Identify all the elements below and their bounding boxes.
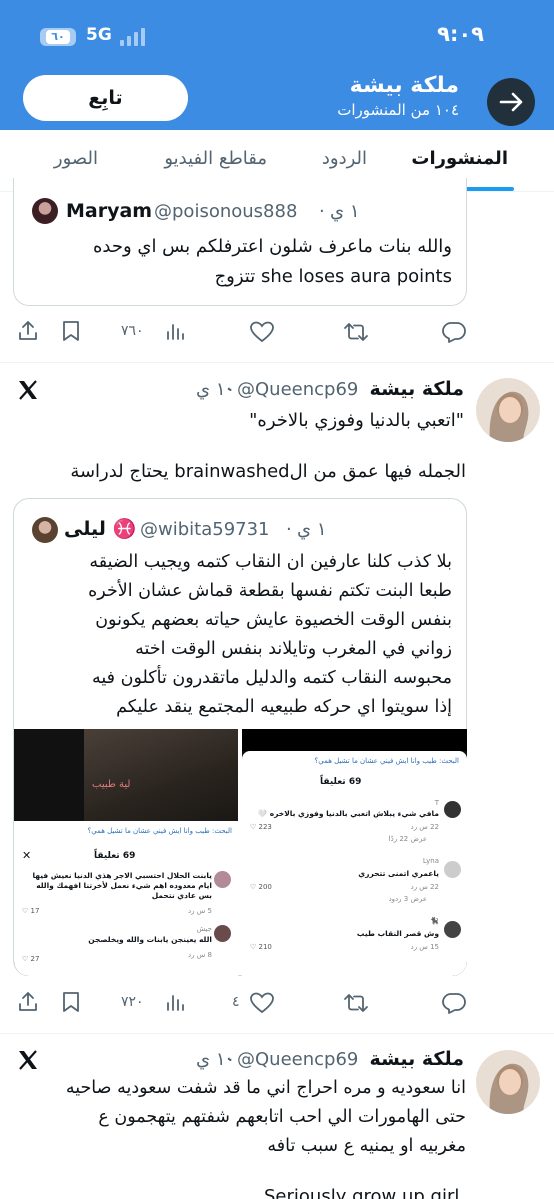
- post-time: ١٠ ي: [196, 1049, 236, 1070]
- post-divider: [0, 362, 554, 363]
- retweet-icon[interactable]: [343, 991, 369, 1015]
- quoted-post-text-line: she loses aura points تتزوج: [214, 266, 452, 287]
- x-logo-icon: [19, 380, 37, 400]
- network-label: 5G: [86, 25, 112, 45]
- post-divider: [0, 1033, 554, 1034]
- bookmark-icon[interactable]: [60, 319, 82, 343]
- quoted-post-text-line: زواني في المغرب وتايلاند بنفس الوقت اخته: [135, 639, 452, 659]
- views-icon[interactable]: [165, 321, 185, 341]
- quoted-post-text-line: والله بنات ماعرف شلون اعترفلكم بس اي وحد…: [92, 236, 452, 257]
- post-text: "اتعبي بالدنيا وفوزي بالاخره": [249, 410, 464, 431]
- battery-icon: ٦٠: [40, 28, 76, 46]
- bookmark-icon[interactable]: [60, 990, 82, 1014]
- image-comment-meta: 22 س رد: [410, 823, 439, 831]
- image-comment: الله يعينجن يابنات والله ويخلصجن: [88, 935, 212, 944]
- quoted-post[interactable]: Maryam @poisonous888 · ١ ي والله بنات ما…: [13, 178, 467, 306]
- quoted-post-text-line: إذا سويتوا اي حركه طبيعيه المجتمع ينقد ع…: [116, 697, 452, 717]
- image-comment-meta: 5 س رد: [188, 907, 212, 915]
- image-comment-meta: 22 س رد: [410, 883, 439, 891]
- post-text: حتى الهامورات الي احب اتابعهم شفتهم يتهج…: [98, 1107, 466, 1127]
- post-text: Seriously grow up girl: [264, 1186, 460, 1199]
- reply-icon[interactable]: [441, 320, 467, 344]
- image-comment: ياعمري اتمنى تتحرري: [358, 869, 439, 878]
- views-icon[interactable]: [165, 992, 185, 1012]
- views-count: ٧٦٠: [121, 323, 144, 339]
- image-comment: يابنت الحلال احتسبي الاجر هذي الدنيا نعي…: [32, 871, 212, 900]
- quoted-post-text-line: محبوسه النقاب كتمه والدليل ماتقدرون تأكل…: [92, 668, 452, 688]
- avatar[interactable]: [32, 517, 58, 543]
- tab-videos[interactable]: مقاطع الفيديو: [164, 148, 267, 169]
- likes-count: ٤: [232, 994, 240, 1010]
- quoted-post-text-line: بنفس الوقت الخصيوة عايش حياته بعضهم يكون…: [95, 610, 452, 630]
- header-profile-name: ملكة بيشة: [349, 73, 459, 98]
- post-text: انا سعوديه و مره احراج اني ما قد شفت سعو…: [65, 1078, 466, 1098]
- image-comment: مافي شيء يبلاش اتعبي بالدنيا وفوزي بالاخ…: [257, 809, 439, 818]
- quoted-post-time: ١ ي: [330, 201, 360, 222]
- post-text: الجمله فيها عمق من الbrainwashed يحتاج ل…: [70, 461, 466, 482]
- post-author-name[interactable]: ملكة بيشة: [370, 1048, 464, 1070]
- image-comment-author: جيش: [196, 925, 212, 933]
- post-time: ١٠ ي: [196, 379, 236, 400]
- attached-image-right[interactable]: البحث: طيب وانا ايش فيني عشان ما تشيل هم…: [242, 729, 467, 976]
- quoted-author-handle[interactable]: @poisonous888: [154, 201, 297, 222]
- image-comment-replies: عرض 3 ردود: [388, 895, 427, 903]
- heart-icon[interactable]: [249, 991, 275, 1015]
- image-comment-likes: 27: [30, 955, 40, 963]
- image-comment-author: T: [434, 799, 439, 807]
- reply-icon[interactable]: [441, 991, 467, 1015]
- image-comment-likes: 223: [258, 823, 272, 831]
- share-icon[interactable]: [16, 319, 40, 343]
- tab-posts[interactable]: المنشورات: [411, 148, 508, 169]
- image-comment-count: 69 تعليقاً: [320, 777, 362, 787]
- image-comment: وش قصر النقاب طيب: [356, 929, 439, 938]
- quoted-post[interactable]: ليلى ♓️ @wibita59731 · ١ ي بلا كذب كلنا …: [13, 498, 467, 976]
- avatar[interactable]: [32, 198, 58, 224]
- avatar[interactable]: [476, 378, 540, 442]
- tab-photos[interactable]: الصور: [54, 148, 98, 169]
- image-search-label: البحث: طيب وانا ايش فيني عشان ما تشيل هم…: [314, 757, 459, 765]
- post-author-handle[interactable]: @Queencp69: [237, 379, 358, 400]
- quoted-post-text-line: بلا كذب كلنا عارفين ان النقاب كتمه ويجيب…: [89, 552, 452, 572]
- quoted-author-handle[interactable]: @wibita59731: [140, 519, 270, 540]
- image-comment-meta: 8 س رد: [188, 951, 212, 959]
- header-post-count: ١٠٤ من المنشورات: [337, 101, 459, 119]
- quoted-post-text-line: طبعا البنت تكتم نفسها بقطعة قماش عشان ال…: [88, 581, 452, 601]
- heart-icon[interactable]: [249, 320, 275, 344]
- quoted-author-name[interactable]: Maryam: [66, 200, 152, 222]
- post-author-handle[interactable]: @Queencp69: [237, 1049, 358, 1070]
- quoted-author-name[interactable]: ليلى ♓️: [64, 517, 136, 540]
- image-comment-likes: 17: [30, 907, 40, 915]
- image-comment-meta: 15 س رد: [410, 943, 439, 951]
- retweet-icon[interactable]: [343, 320, 369, 344]
- image-comment-author: Lyna: [422, 857, 439, 865]
- image-overlay-text: لية طبيب: [92, 779, 131, 790]
- image-comment-likes: 200: [258, 883, 272, 891]
- back-arrow-icon: [499, 92, 523, 112]
- attached-image-left[interactable]: لية طبيب البحث: طيب وانا ايش فيني عشان م…: [14, 729, 238, 976]
- views-count: ٧٢٠: [121, 994, 144, 1010]
- image-comment-count: 69 تعليقاً: [94, 851, 136, 861]
- image-comment-replies: عرض 22 ردًا: [388, 835, 427, 843]
- tab-replies[interactable]: الردود: [322, 148, 367, 169]
- image-comment-author: 🐈‍⬛: [430, 917, 439, 925]
- signal-icon: [120, 28, 152, 46]
- battery-level: ٦٠: [46, 30, 70, 44]
- follow-button[interactable]: تابِع: [23, 75, 188, 121]
- quoted-post-time: ١ ي: [297, 519, 327, 540]
- share-icon[interactable]: [16, 990, 40, 1014]
- status-time: ٩:٠٩: [437, 22, 484, 46]
- post-text: مغربيه او يمنيه ع سبب تافه: [267, 1136, 466, 1156]
- post-author-name[interactable]: ملكة بيشة: [370, 378, 464, 400]
- image-comment-likes: 210: [258, 943, 272, 951]
- image-search-label: البحث: طيب وانا ايش فيني عشان ما تشيل هم…: [87, 827, 232, 835]
- back-button[interactable]: [487, 78, 535, 126]
- avatar[interactable]: [476, 1050, 540, 1114]
- x-logo-icon: [19, 1050, 37, 1070]
